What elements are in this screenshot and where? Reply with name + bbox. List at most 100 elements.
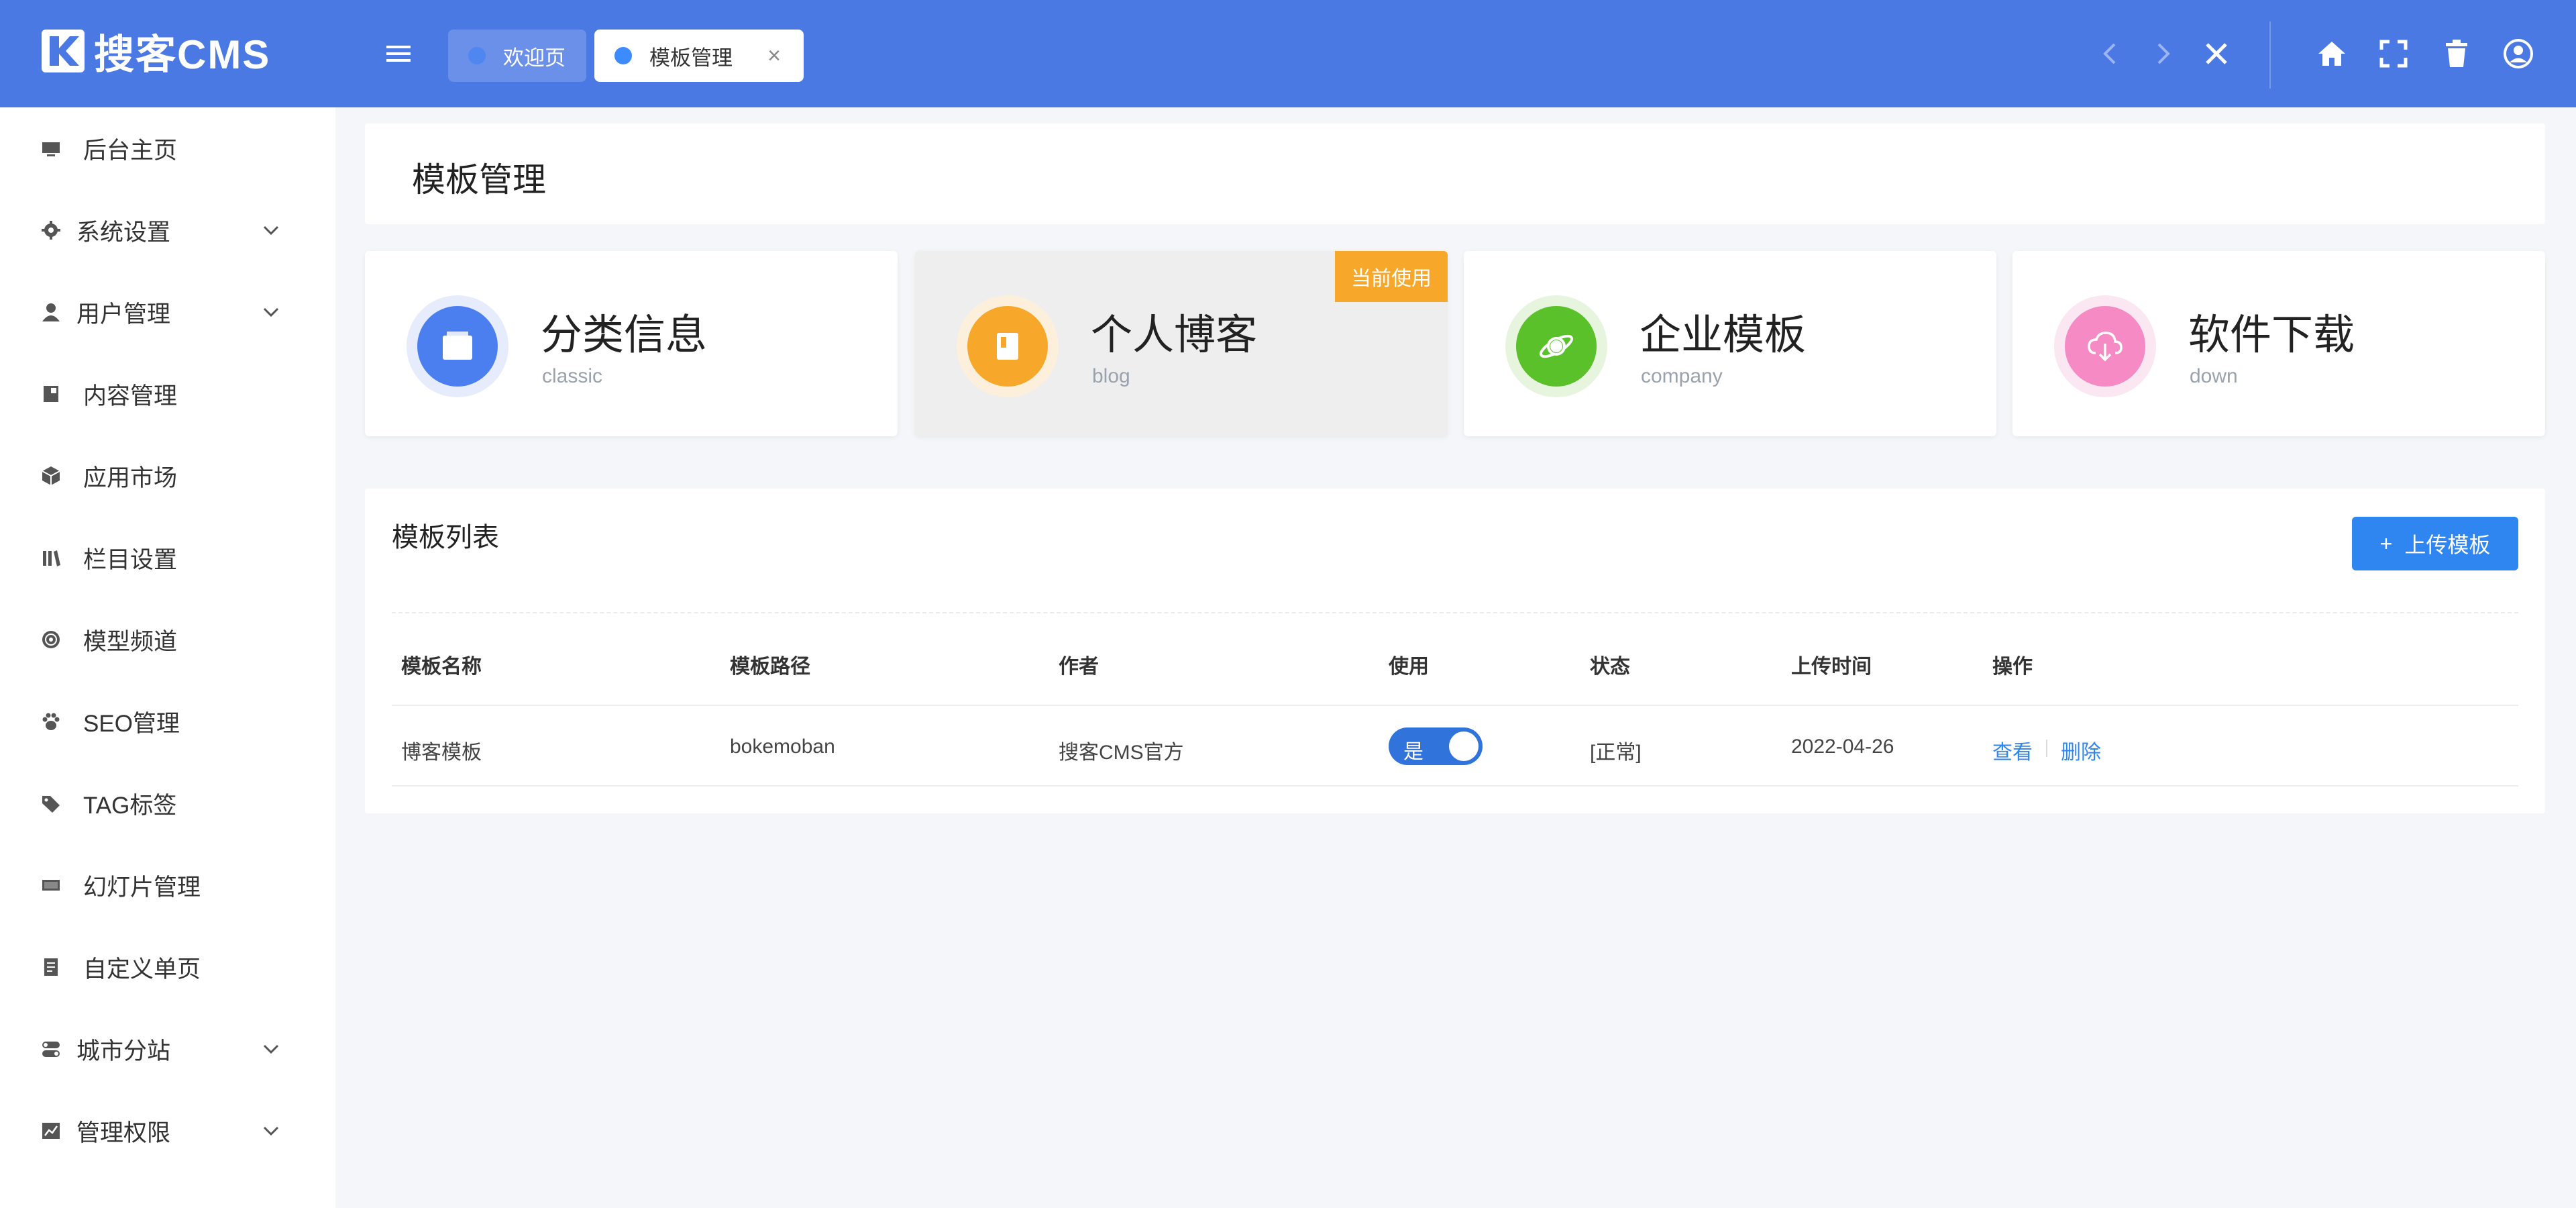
- logo: 搜客CMS: [40, 24, 270, 78]
- page-header: 模板管理: [365, 123, 2545, 224]
- template-card-classic[interactable]: 分类信息 classic: [365, 251, 898, 436]
- planet-icon: [1540, 334, 1573, 358]
- menu-icon[interactable]: [384, 40, 413, 67]
- sidebar-item-city-site[interactable]: 城市分站: [0, 1008, 335, 1090]
- upload-template-button[interactable]: + 上传模板: [2352, 517, 2518, 570]
- switch-knob: [1449, 732, 1479, 761]
- sidebar-item-label: 内容管理: [83, 383, 178, 409]
- sidebar-item-label: 应用市场: [83, 464, 178, 491]
- chart-icon: [42, 1123, 60, 1139]
- column-header-path[interactable]: 模板路径: [730, 650, 810, 679]
- tab-template-manage[interactable]: 模板管理 ×: [594, 30, 804, 82]
- cube-icon: [42, 466, 60, 485]
- chevron-right-icon[interactable]: [2147, 38, 2179, 70]
- sidebar: 后台主页 系统设置 用户管理 内容管理 应用市场 栏目设置 模型频道 SEO管理…: [0, 107, 335, 1208]
- page-title: 模板管理: [412, 161, 546, 199]
- card-icon-ring: [407, 295, 508, 397]
- column-header-upload-time[interactable]: 上传时间: [1791, 650, 1872, 679]
- card-name: 个人博客: [1091, 312, 1258, 358]
- tab-dot-icon: [468, 47, 486, 64]
- chevron-down-icon[interactable]: [259, 300, 283, 324]
- paw-icon: [42, 713, 60, 730]
- tab-label: 模板管理: [649, 46, 733, 70]
- chevron-down-icon[interactable]: [259, 1037, 283, 1061]
- action-divider: [2046, 740, 2047, 757]
- template-card-company[interactable]: 企业模板 company: [1464, 251, 1996, 436]
- list-divider: [392, 612, 2518, 613]
- card-name: 企业模板: [1640, 312, 1807, 358]
- sidebar-item-tags[interactable]: TAG标签: [0, 762, 335, 844]
- cell-template-path: bokemoban: [730, 736, 835, 758]
- sidebar-item-label: 系统设置: [76, 219, 171, 246]
- toggle-icon: [42, 1042, 60, 1057]
- monitor-icon: [42, 142, 60, 156]
- trash-icon[interactable]: [2440, 38, 2473, 70]
- sidebar-item-dashboard[interactable]: 后台主页: [0, 107, 335, 189]
- tab-welcome[interactable]: 欢迎页: [448, 30, 586, 82]
- sidebar-item-label: 模型频道: [83, 628, 178, 655]
- card-name: 分类信息: [541, 312, 708, 358]
- header-divider: [2269, 21, 2271, 89]
- sidebar-item-permissions[interactable]: 管理权限: [0, 1090, 335, 1172]
- sidebar-item-label: 自定义单页: [83, 956, 201, 983]
- sidebar-item-user-manage[interactable]: 用户管理: [0, 271, 335, 353]
- upload-template-label: 上传模板: [2404, 533, 2491, 557]
- tab-label: 欢迎页: [503, 46, 566, 70]
- sidebar-item-custom-page[interactable]: 自定义单页: [0, 926, 335, 1008]
- notebook-icon: [997, 333, 1018, 360]
- card-icon-ring: [957, 295, 1059, 397]
- plus-icon: +: [2379, 531, 2393, 556]
- sidebar-item-column-settings[interactable]: 栏目设置: [0, 517, 335, 599]
- tab-close-icon[interactable]: ×: [767, 43, 781, 69]
- template-card-blog[interactable]: 个人博客 blog 当前使用: [915, 251, 1448, 436]
- sidebar-item-seo[interactable]: SEO管理: [0, 681, 335, 762]
- sidebar-item-label: 城市分站: [76, 1038, 171, 1064]
- template-list-panel: 模板列表 + 上传模板 模板名称 模板路径 作者 使用 状态 上传时间 操作 博…: [365, 489, 2545, 813]
- in-use-switch[interactable]: 是: [1389, 727, 1483, 765]
- column-header-author[interactable]: 作者: [1059, 650, 1099, 679]
- column-header-status[interactable]: 状态: [1590, 650, 1630, 679]
- sidebar-item-label: TAG标签: [83, 792, 177, 819]
- top-bar: 搜客CMS 欢迎页 模板管理 ×: [0, 0, 2576, 107]
- chevron-down-icon[interactable]: [259, 218, 283, 242]
- sidebar-item-label: 后台主页: [83, 137, 178, 164]
- template-card-down[interactable]: 软件下载 down: [2012, 251, 2545, 436]
- cell-upload-time: 2022-04-26: [1791, 736, 1894, 758]
- user-icon: [42, 303, 60, 321]
- sidebar-item-content-manage[interactable]: 内容管理: [0, 353, 335, 435]
- fullscreen-icon[interactable]: [2377, 38, 2410, 70]
- current-use-badge: 当前使用: [1335, 251, 1448, 302]
- sidebar-item-label: 栏目设置: [83, 546, 178, 573]
- sidebar-item-label: 管理权限: [76, 1119, 171, 1146]
- sidebar-item-label: 用户管理: [76, 301, 171, 328]
- sidebar-item-model-channel[interactable]: 模型频道: [0, 599, 335, 681]
- card-code: classic: [542, 365, 603, 387]
- sidebar-item-system-settings[interactable]: 系统设置: [0, 189, 335, 271]
- folder-icon: [443, 332, 472, 360]
- card-code: down: [2190, 365, 2238, 387]
- view-link[interactable]: 查看: [1992, 736, 2033, 765]
- card-code: blog: [1092, 365, 1130, 387]
- slides-icon: [42, 880, 60, 891]
- sidebar-item-slides[interactable]: 幻灯片管理: [0, 844, 335, 926]
- chevron-down-icon[interactable]: [259, 1119, 283, 1143]
- column-header-name[interactable]: 模板名称: [401, 650, 482, 679]
- sidebar-item-app-market[interactable]: 应用市场: [0, 435, 335, 517]
- tags-icon: [42, 796, 60, 813]
- template-list-title: 模板列表: [392, 523, 499, 552]
- card-icon-ring: [2054, 295, 2156, 397]
- chevron-left-icon[interactable]: [2094, 38, 2127, 70]
- logo-text: 搜客CMS: [94, 32, 271, 77]
- user-circle-icon[interactable]: [2502, 38, 2534, 70]
- switch-label: 是: [1403, 741, 1424, 763]
- home-icon[interactable]: [2316, 38, 2348, 70]
- column-header-in-use[interactable]: 使用: [1389, 650, 1429, 679]
- table-row-divider: [392, 785, 2518, 787]
- cloud-download-icon: [2088, 332, 2123, 362]
- delete-link[interactable]: 删除: [2061, 736, 2101, 765]
- column-header-actions: 操作: [1992, 656, 2033, 678]
- close-icon[interactable]: [2200, 38, 2233, 70]
- sidebar-item-label: 幻灯片管理: [83, 874, 201, 901]
- cell-template-name: 博客模板: [401, 742, 482, 764]
- globe-icon: [42, 631, 60, 648]
